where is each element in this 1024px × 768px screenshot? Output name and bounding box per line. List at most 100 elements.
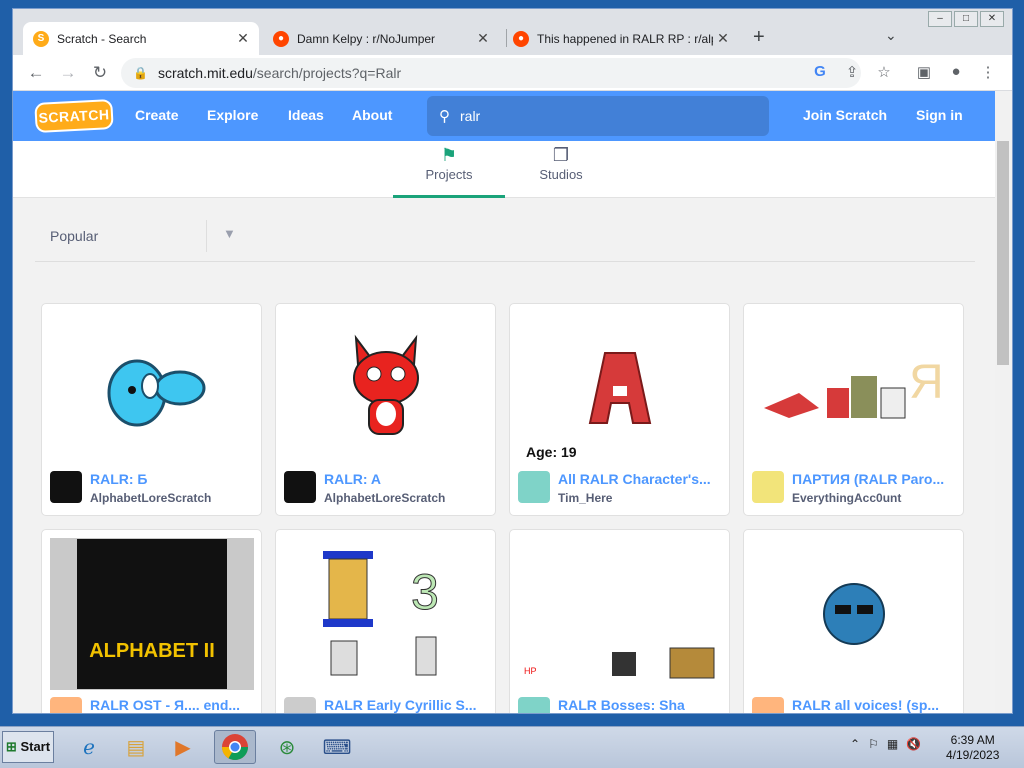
windows-orb-icon[interactable]: ⊛ [266,730,308,764]
avatar[interactable] [752,697,784,713]
nav-create[interactable]: Create [135,107,179,123]
google-icon[interactable]: G [810,63,830,80]
project-card[interactable]: RALR all voices! (sp... [743,529,964,713]
system-tray: ⌃ ⚐ ▦ 🔇 [850,737,921,751]
minimize-icon[interactable]: – [928,11,952,27]
page-scrollbar[interactable] [995,91,1012,713]
network-icon[interactable]: ▦ [887,737,898,751]
project-info: ПАРТИЯ (RALR Paro... EverythingAcc0unt [752,471,956,507]
sign-in-link[interactable]: Sign in [916,107,963,123]
side-panel-icon[interactable]: ▣ [914,63,934,81]
remote-desktop-icon[interactable]: ⌨ [316,730,358,764]
nav-ideas[interactable]: Ideas [288,107,324,123]
system-clock[interactable]: 6:39 AM 4/19/2023 [946,733,999,763]
project-card[interactable]: RALR: A AlphabetLoreScratch [275,303,496,516]
sort-dropdown[interactable]: Popular ▼ [35,216,975,262]
scratch-favicon: S [33,30,49,47]
close-tab-icon[interactable]: ✕ [473,30,493,47]
reload-icon[interactable]: ↻ [90,63,110,83]
project-thumbnail[interactable]: Я [752,312,956,464]
project-title[interactable]: RALR: A [324,471,492,487]
project-author[interactable]: AlphabetLoreScratch [324,491,445,505]
tab-projects[interactable]: ⚑ Projects [393,141,505,198]
project-thumbnail[interactable] [50,312,254,464]
project-card[interactable]: Age: 19 All RALR Character's... Tim_Here [509,303,730,516]
search-input[interactable]: ⚲ ralr [427,96,769,136]
scratch-navbar: SCRATCH Create Explore Ideas About ⚲ ral… [13,91,996,141]
bookmark-star-icon[interactable]: ☆ [874,63,894,81]
volume-muted-icon[interactable]: 🔇 [906,737,921,751]
project-title[interactable]: RALR all voices! (sp... [792,697,960,713]
share-icon[interactable]: ⇪ [842,63,862,81]
profile-icon[interactable]: ● [946,63,966,80]
project-thumbnail[interactable]: 3 [284,538,488,690]
project-thumbnail[interactable] [752,538,956,690]
project-card[interactable]: Я ПАРТИЯ (RALR Paro... EverythingAcc0unt [743,303,964,516]
forward-icon[interactable]: → [58,63,78,83]
project-card[interactable]: RALR: Б AlphabetLoreScratch [41,303,262,516]
tab-scratch-search[interactable]: S Scratch - Search ✕ [23,22,259,55]
close-tab-icon[interactable]: ✕ [233,30,253,47]
nav-about[interactable]: About [352,107,392,123]
project-card[interactable]: ALPHABET II RALR OST - Я.... end... [41,529,262,713]
project-thumbnail[interactable]: HP [518,538,722,690]
project-info: RALR Early Cyrillic S... [284,697,488,713]
project-card[interactable]: 3 RALR Early Cyrillic S... [275,529,496,713]
project-card[interactable]: HP RALR Bosses: Sha [509,529,730,713]
menu-icon[interactable]: ⋮ [978,63,998,81]
avatar[interactable] [50,471,82,503]
join-scratch-link[interactable]: Join Scratch [803,107,887,123]
close-window-icon[interactable]: ✕ [980,11,1004,27]
avatar[interactable] [50,697,82,713]
clock-time: 6:39 AM [950,733,995,747]
folder-icon[interactable]: ▤ [115,730,157,764]
browser-window: S Scratch - Search ✕ ● Damn Kelpy : r/No… [12,8,1013,714]
avatar[interactable] [518,697,550,713]
start-button[interactable]: ⊞ Start [2,731,54,763]
project-thumbnail[interactable]: ALPHABET II [50,538,254,690]
show-hidden-icons-icon[interactable]: ⌃ [850,737,860,751]
project-title[interactable]: All RALR Character's... [558,471,726,487]
project-title[interactable]: RALR: Б [90,471,258,487]
url-text: scratch.mit.edu/search/projects?q=Ralr [158,65,401,81]
project-title[interactable]: ПАРТИЯ (RALR Paro... [792,471,960,487]
tab-title: Scratch - Search [57,31,147,46]
address-bar[interactable]: 🔒 scratch.mit.edu/search/projects?q=Ralr [121,58,861,88]
close-tab-icon[interactable]: ✕ [713,30,733,47]
avatar[interactable] [518,471,550,503]
project-title[interactable]: RALR OST - Я.... end... [90,697,258,713]
maximize-icon[interactable]: □ [954,11,978,27]
internet-explorer-icon[interactable]: ℯ [68,730,110,764]
taskbar: ⊞ Start ℯ ▤ ▶ ⊛ ⌨ ⌃ ⚐ ▦ 🔇 6:39 AM 4/19/2… [0,726,1024,768]
project-thumbnail[interactable] [284,312,488,464]
project-title[interactable]: RALR Bosses: Sha [558,697,726,713]
scrollbar-thumb[interactable] [997,141,1009,365]
chrome-logo [221,734,249,761]
project-thumbnail[interactable]: Age: 19 [518,312,722,464]
letter-a-illustration [588,352,652,424]
nav-explore[interactable]: Explore [207,107,258,123]
project-author[interactable]: EverythingAcc0unt [792,491,901,505]
tab-title: This happened in RALR RP : r/alphab [537,31,713,46]
window-controls: – □ ✕ [928,11,1004,27]
boss-letters-illustration: HP [524,647,715,679]
avatar[interactable] [284,697,316,713]
tab-search-chevron-icon[interactable]: ⌄ [885,27,897,44]
scratch-logo[interactable]: SCRATCH [34,98,114,134]
avatar[interactable] [284,471,316,503]
media-player-icon[interactable]: ▶ [162,730,204,764]
project-author[interactable]: Tim_Here [558,491,612,505]
tab-studios[interactable]: ❐ Studios [505,141,617,198]
project-title[interactable]: RALR Early Cyrillic S... [324,697,492,713]
sort-label: Popular [50,228,99,244]
action-center-flag-icon[interactable]: ⚐ [868,737,879,751]
reddit-favicon: ● [513,30,529,47]
avatar[interactable] [752,471,784,503]
project-author[interactable]: AlphabetLoreScratch [90,491,211,505]
new-tab-icon[interactable]: + [753,26,765,49]
chrome-icon[interactable] [214,730,256,764]
tab-reddit-ralr[interactable]: ● This happened in RALR RP : r/alphab ✕ [503,22,739,55]
tab-reddit-nojumper[interactable]: ● Damn Kelpy : r/NoJumper ✕ [263,22,499,55]
url-path: /search/projects?q=Ralr [252,65,402,81]
back-icon[interactable]: ← [26,63,46,83]
